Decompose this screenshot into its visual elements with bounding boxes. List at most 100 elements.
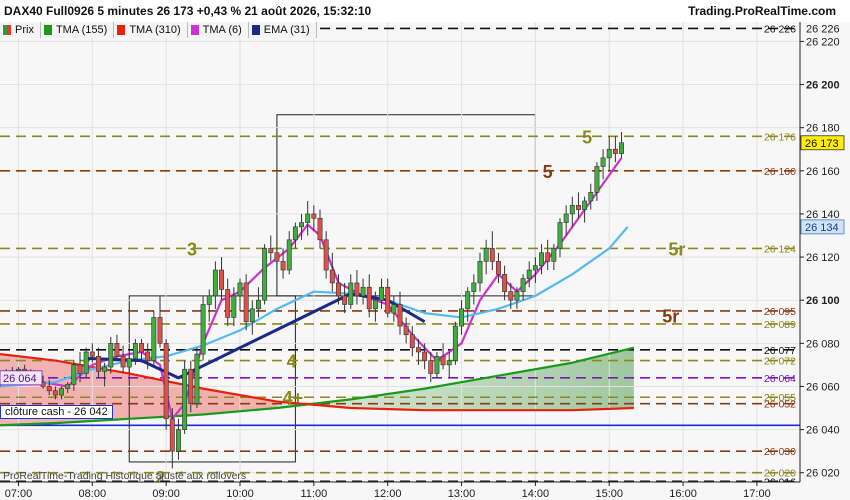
candle [452,321,458,365]
candle-body [311,213,317,219]
price-chart[interactable]: 26 226 26 176 26 160 26 124 26 09526 089 26 0… [0,0,850,500]
candle-body [372,299,378,310]
candle-body [243,282,249,323]
candle-body [496,261,501,275]
candle-body [428,360,434,374]
candle-body [336,282,341,297]
candle-body [354,282,360,297]
candle-body [132,343,138,359]
level-tag: 5 [582,127,592,147]
candle-body [348,282,354,305]
source-label: Trading.ProRealTime.com [688,4,836,18]
candle-body [299,222,304,228]
y-tick-label: 26 140 [806,209,840,221]
level-label: 26 160 [764,166,796,178]
candle-body [526,269,532,279]
tma6-value-label: 26 064 [3,373,37,385]
candle-body [416,347,421,353]
candle-body [342,295,348,305]
candle-body [89,351,95,357]
candle [83,347,89,378]
level-label: 26 052 [764,399,796,411]
candle-body [360,286,366,297]
y-tick-label: 26 080 [806,338,840,350]
candle-body [471,282,477,292]
candle-body [96,355,101,372]
candle-body [489,248,495,262]
candle-body [274,252,280,262]
legend-label: Prix [15,24,34,36]
candle-body [606,148,612,159]
candle-body [379,286,384,301]
candle-body [576,205,581,210]
candle-body [237,282,243,297]
candle-body [194,353,200,405]
swatch-icon [117,25,126,35]
x-tick-label: 13:00 [448,488,476,500]
candle-body [612,148,618,154]
level-tag: 5 [543,162,553,182]
legend-label: TMA (310) [129,24,181,36]
x-tick-label: 15:00 [595,488,623,500]
candle-body [139,343,144,353]
candle-body [385,286,391,314]
candle-body [292,226,298,241]
y-tick-label: 26 200 [806,80,840,92]
candle-body [46,386,52,392]
legend-label: EMA (31) [263,24,310,36]
candle-body [317,217,323,241]
candle-body [366,286,372,310]
candle-body [188,368,194,405]
legend-label: TMA (6) [202,24,242,36]
candle-body [151,317,157,361]
candle-body [102,366,108,372]
candle-body [219,269,224,290]
legend-item-ema31[interactable]: EMA (31) [248,22,317,38]
candle-body [483,248,489,262]
x-tick-label: 16:00 [669,488,697,500]
level-label: 26 176 [764,131,796,143]
level-tag: 5r [662,306,679,326]
candle-body [176,429,181,452]
legend-item-tma155[interactable]: TMA (155) [40,22,115,38]
candle-body [477,261,483,284]
candle [200,295,206,361]
candle-body [557,222,563,249]
candle-body [329,269,335,284]
level-label: 26 089 [764,319,796,331]
candle-body [434,355,440,374]
candle-body [452,325,458,361]
candle [182,360,188,434]
candle-body [397,304,403,327]
candle-body [459,308,464,327]
level-label: 26 095 [764,306,796,318]
legend-item-tma6[interactable]: TMA (6) [187,22,249,38]
legend-item-tma310[interactable]: TMA (310) [114,22,188,38]
candle-body [465,291,471,310]
ema-value-label: 26 134 [805,222,839,234]
candle-body [520,278,526,292]
candle-body [52,390,58,396]
level-tag: 4 [287,352,297,372]
candle-body [539,252,544,266]
swatch-icon [251,25,260,35]
candle-body [262,248,268,301]
candle-body [169,418,175,452]
candle-body [120,355,126,368]
candle-body [59,388,64,396]
candle-body [409,334,415,348]
legend-label: TMA (155) [55,24,108,36]
candle-body [65,384,71,389]
candle-body [594,166,600,193]
y-tick-label: 26 100 [806,295,840,307]
last-price-label: 26 173 [805,138,839,150]
candle-body [200,304,206,355]
x-tick-label: 11:00 [300,488,327,500]
candle-body [514,291,520,301]
candle-body [440,355,446,366]
level-tag: 4+ [283,388,304,408]
candle-body [600,157,606,167]
legend-item-price[interactable]: Prix [0,22,41,38]
candle [262,244,268,305]
x-tick-label: 09:00 [152,488,180,500]
